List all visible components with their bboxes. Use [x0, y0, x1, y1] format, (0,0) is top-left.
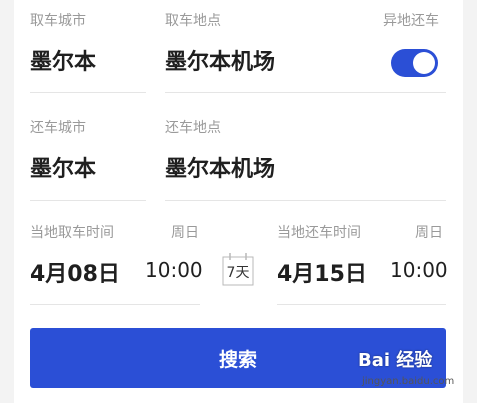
divider: [30, 92, 146, 93]
toggle-knob: [413, 52, 435, 74]
divider: [165, 200, 446, 201]
divider: [277, 304, 446, 305]
watermark-brand: Bai 经验: [358, 350, 433, 371]
pickup-time[interactable]: 10:00: [145, 258, 203, 282]
baidu-jingyan-watermark: Bai 经验 jingyan.baidu.com: [356, 346, 474, 400]
rental-duration-badge: 7天: [221, 251, 255, 287]
return-city-value[interactable]: 墨尔本: [30, 151, 96, 183]
search-button-label: 搜索: [218, 348, 257, 371]
divider: [30, 304, 200, 305]
pickup-city-label: 取车城市: [30, 13, 86, 29]
return-location-value[interactable]: 墨尔本机场: [165, 151, 275, 183]
pickup-time-label: 当地取车时间: [30, 225, 114, 241]
one-way-toggle[interactable]: [391, 49, 438, 77]
return-location-label: 还车地点: [165, 120, 221, 136]
pickup-city-value[interactable]: 墨尔本: [30, 44, 96, 76]
pickup-location-label: 取车地点: [165, 13, 221, 29]
return-weekday: 周日: [415, 225, 443, 241]
watermark-url: jingyan.baidu.com: [362, 376, 455, 387]
pickup-weekday: 周日: [171, 225, 199, 241]
return-city-label: 还车城市: [30, 120, 86, 136]
pickup-location-value[interactable]: 墨尔本机场: [165, 44, 275, 76]
divider: [30, 200, 146, 201]
divider: [165, 92, 446, 93]
return-time-label: 当地还车时间: [277, 225, 361, 241]
pickup-date[interactable]: 4月08日: [30, 256, 120, 288]
one-way-label: 异地还车: [383, 13, 439, 29]
return-date[interactable]: 4月15日: [277, 256, 367, 288]
return-time[interactable]: 10:00: [390, 258, 448, 282]
duration-days: 7天: [226, 265, 250, 281]
